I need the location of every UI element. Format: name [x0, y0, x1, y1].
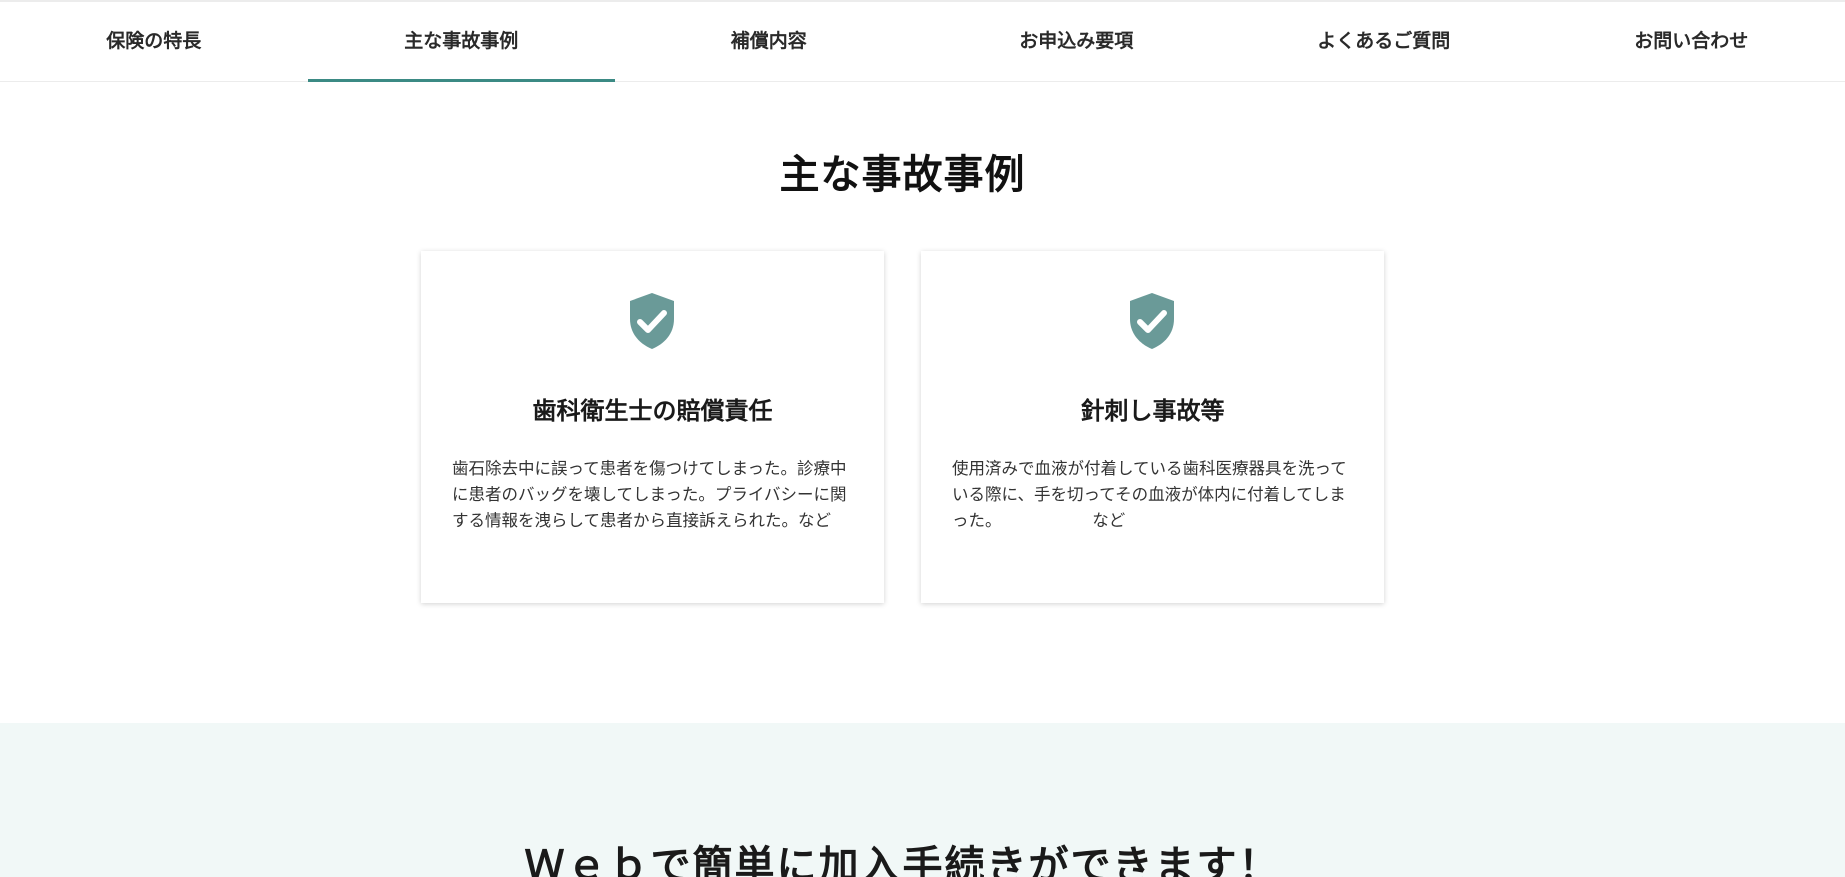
- card-title: 歯科衛生士の賠償責任: [532, 397, 773, 425]
- accident-case-card: 歯科衛生士の賠償責任 歯石除去中に誤って患者を傷つけてしまった。診療中に患者のバ…: [421, 251, 884, 603]
- nav-tab-features[interactable]: 保険の特長: [0, 2, 308, 81]
- section-nav: 保険の特長 主な事故事例 補償内容 お申込み要項 よくあるご質問 お問い合わせ: [0, 2, 1845, 82]
- accident-case-card: 針刺し事故等 使用済みで血液が付着している歯科医療器具を洗っている際に、手を切っ…: [921, 251, 1384, 603]
- card-description: 使用済みで血液が付着している歯科医療器具を洗っている際に、手を切ってその血液が体…: [952, 459, 1347, 530]
- nav-tab-label: 保険の特長: [106, 30, 202, 52]
- shield-check-icon: [1130, 293, 1174, 349]
- nav-tab-application[interactable]: お申込み要項: [923, 2, 1231, 81]
- nav-tab-faq[interactable]: よくあるご質問: [1230, 2, 1538, 81]
- nav-tab-label: 補償内容: [730, 30, 807, 52]
- section-title: 主な事故事例: [779, 152, 1026, 198]
- shield-check-icon: [630, 293, 674, 349]
- card-description: 歯石除去中に誤って患者を傷つけてしまった。診療中に患者のバッグを壊してしまった。…: [452, 459, 847, 530]
- card-title: 針刺し事故等: [1080, 397, 1225, 425]
- nav-tab-contact[interactable]: お問い合わせ: [1538, 2, 1845, 81]
- nav-tab-label: お申込み要項: [1019, 30, 1134, 52]
- nav-tab-label: よくあるご質問: [1317, 30, 1451, 52]
- nav-tab-accident-cases[interactable]: 主な事故事例: [307, 2, 616, 82]
- nav-tab-coverage[interactable]: 補償内容: [615, 2, 923, 81]
- web-application-banner: Ｗｅｂで簡単に加入手続きができます！: [0, 723, 1845, 877]
- cta-title: Ｗｅｂで簡単に加入手続きができます！: [524, 843, 1281, 877]
- nav-tab-label: 主な事故事例: [404, 30, 519, 52]
- nav-tab-label: お問い合わせ: [1634, 30, 1749, 52]
